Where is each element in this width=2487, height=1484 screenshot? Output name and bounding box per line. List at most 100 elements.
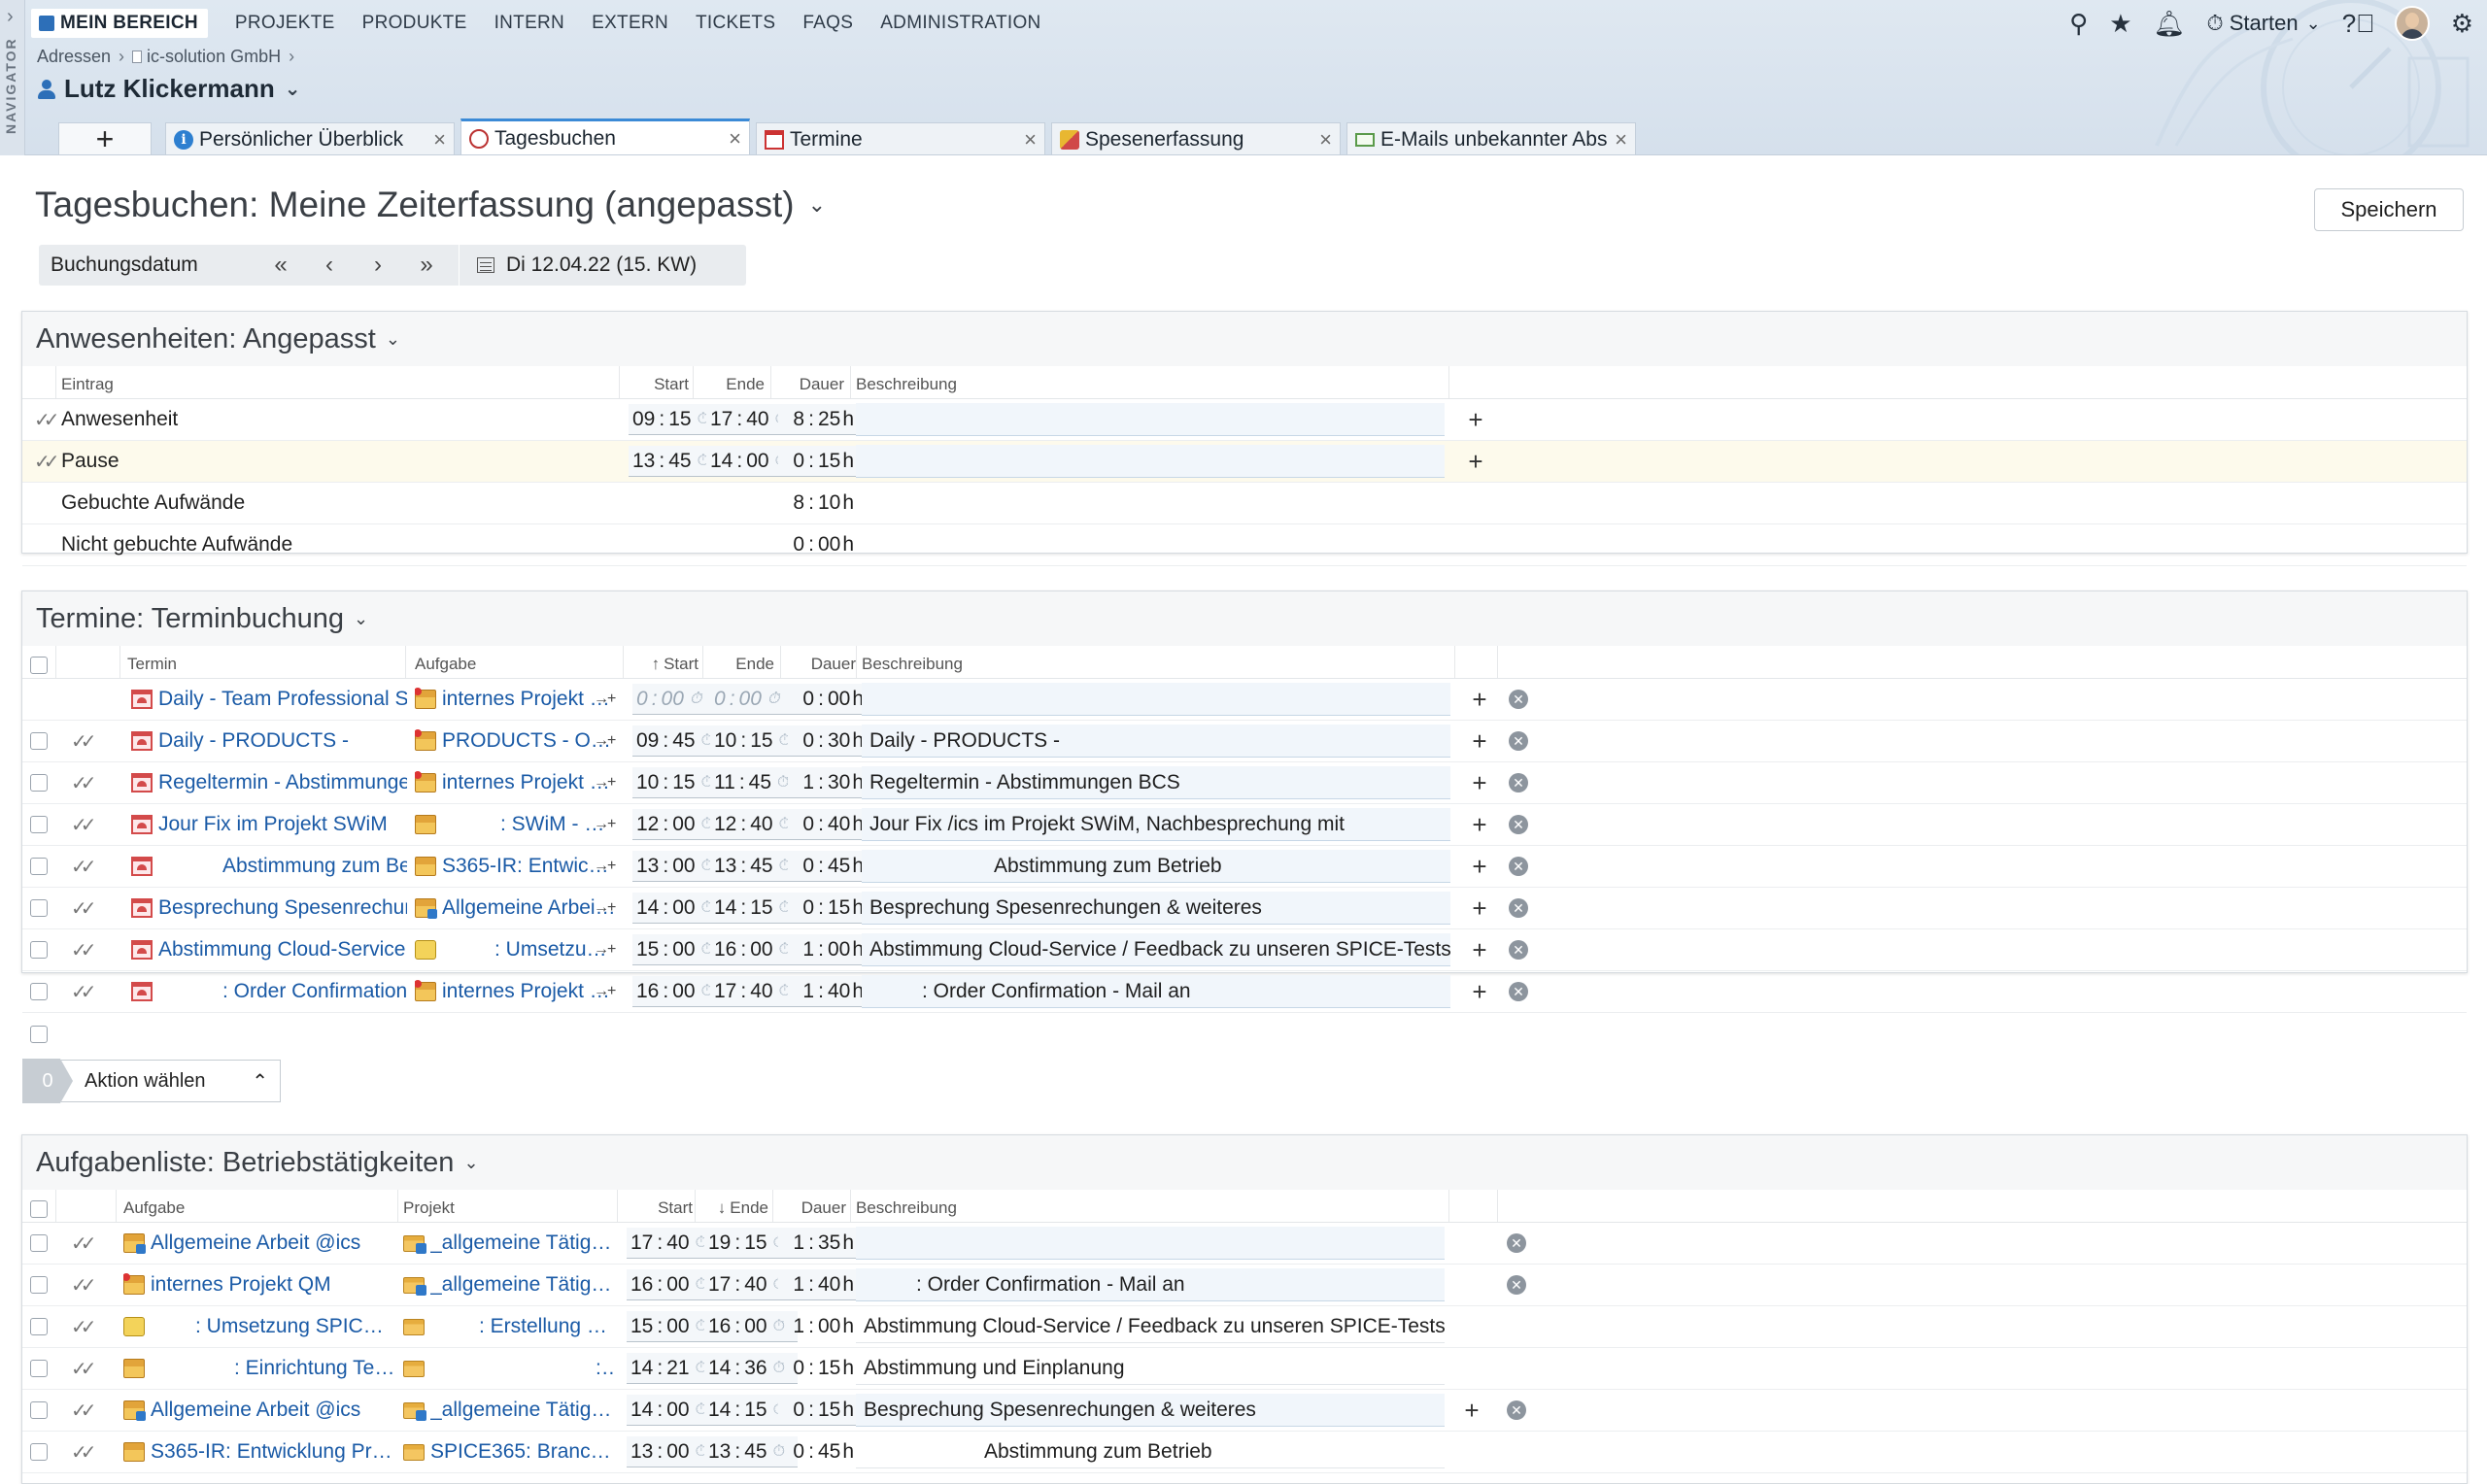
- tab-e-mails-unbekannter-abs[interactable]: E-Mails unbekannter Abs ×: [1346, 122, 1636, 154]
- project-cell[interactable]: _allgemeine Tätigkeiten: [403, 1390, 613, 1431]
- task-cell[interactable]: : Umsetzung SPICE-Anbindung: [123, 1306, 395, 1347]
- description-field[interactable]: [856, 1227, 1445, 1260]
- description-field[interactable]: Abstimmung zum Betrieb: [856, 1435, 1445, 1468]
- sort-ascending-icon[interactable]: ↑: [652, 655, 661, 674]
- remove-icon[interactable]: ✕: [1507, 1400, 1526, 1420]
- project-cell[interactable]: : Capture -...: [403, 1348, 613, 1389]
- description-field[interactable]: Regeltermin - Abstimmungen BCS: [862, 766, 1450, 799]
- header-task[interactable]: Aufgabe: [123, 1190, 415, 1222]
- search-icon[interactable]: ⚲: [2069, 9, 2088, 39]
- task-cell[interactable]: S365-IR: Entwicklung Prozess ...: [415, 846, 617, 887]
- header-entry[interactable]: Eintrag: [61, 366, 605, 398]
- task-cell[interactable]: internes Projekt QM: [415, 679, 617, 720]
- row-checkbox[interactable]: [30, 1318, 48, 1335]
- task-cell[interactable]: Allgemeine Arbeit @ics: [415, 888, 617, 928]
- menu-item-extern[interactable]: EXTERN: [592, 13, 668, 34]
- tab-persönlicher-überblick[interactable]: i Persönlicher Überblick ×: [165, 122, 455, 154]
- termin-cell[interactable]: Jour Fix im Projekt SWiM: [131, 804, 407, 845]
- termin-link[interactable]: : Order Confirmation - Mail an Andreas: [222, 980, 407, 1003]
- remove-icon[interactable]: ✕: [1509, 898, 1528, 918]
- add-icon[interactable]: +: [1472, 726, 1486, 757]
- header-start[interactable]: Start: [621, 366, 689, 398]
- calendar-icon[interactable]: [477, 257, 494, 273]
- gear-icon[interactable]: ⚙: [2451, 9, 2473, 39]
- row-checkbox[interactable]: [30, 774, 48, 792]
- add-icon[interactable]: +: [1472, 894, 1486, 924]
- task-link[interactable]: internes Projekt QM: [442, 980, 617, 1003]
- star-icon[interactable]: ★: [2109, 9, 2131, 39]
- task-link[interactable]: Allgemeine Arbeit @ics: [151, 1399, 360, 1422]
- breadcrumb-item-adressen[interactable]: Adressen: [37, 47, 111, 67]
- duration-field[interactable]: 1:30 h: [788, 767, 868, 798]
- save-button[interactable]: Speichern: [2314, 188, 2464, 231]
- header-duration[interactable]: Dauer: [780, 366, 844, 398]
- row-checkbox[interactable]: [30, 732, 48, 750]
- assign-arrows-icon[interactable]: →+: [594, 858, 616, 875]
- duration-field[interactable]: 0:30 h: [788, 725, 868, 757]
- assign-arrows-icon[interactable]: →+: [594, 816, 616, 833]
- assign-arrows-icon[interactable]: →+: [594, 899, 616, 917]
- remove-icon[interactable]: ✕: [1509, 690, 1528, 709]
- header-duration[interactable]: Dauer: [784, 646, 856, 678]
- choose-action-dropdown[interactable]: Aktion wählen ⌃: [61, 1060, 281, 1102]
- add-icon[interactable]: +: [1472, 977, 1486, 1007]
- remove-icon[interactable]: ✕: [1509, 982, 1528, 1001]
- task-cell[interactable]: : Umsetzung SPICE-Anbin...: [415, 929, 617, 970]
- project-link[interactable]: _allgemeine Tätigkeiten: [430, 1273, 613, 1297]
- menu-item-administration[interactable]: ADMINISTRATION: [880, 13, 1040, 34]
- task-link[interactable]: Allgemeine Arbeit @ics: [442, 896, 617, 920]
- navigator-expand-icon[interactable]: ›: [7, 6, 14, 28]
- remove-icon[interactable]: ✕: [1509, 940, 1528, 960]
- row-checkbox[interactable]: [30, 816, 48, 833]
- duration-field[interactable]: 0:15 h: [778, 446, 858, 477]
- project-link[interactable]: : Capture -...: [596, 1357, 613, 1380]
- remove-icon[interactable]: ✕: [1509, 815, 1528, 834]
- row-checkbox[interactable]: [30, 1360, 48, 1377]
- task-cell[interactable]: Allgemeine Arbeit @ics: [123, 1390, 395, 1431]
- add-icon[interactable]: +: [1472, 810, 1486, 840]
- bell-icon[interactable]: 🔔︎: [2154, 9, 2186, 39]
- tasks-panel-title[interactable]: Aufgabenliste: Betriebstätigkeiten ⌄: [22, 1135, 2467, 1190]
- header-end[interactable]: Ende: [712, 646, 774, 678]
- task-cell[interactable]: S365-IR: Entwicklung Prozess für Extrakt…: [123, 1432, 395, 1472]
- task-cell[interactable]: internes Projekt QM: [415, 971, 617, 1012]
- task-link[interactable]: internes Projekt QM: [151, 1273, 331, 1297]
- termin-link[interactable]: Daily - PRODUCTS -: [158, 729, 349, 753]
- attendance-panel-title[interactable]: Anwesenheiten: Angepasst ⌄: [22, 312, 2467, 366]
- header-termin[interactable]: Termin: [127, 646, 419, 678]
- termin-cell[interactable]: : Order Confirmation - Mail an Andreas: [131, 971, 407, 1012]
- duration-field[interactable]: 0:15 h: [778, 1395, 858, 1426]
- project-cell[interactable]: SPICE365: Branche Versicherungen: [403, 1432, 613, 1472]
- task-cell[interactable]: Allgemeine Arbeit @ics: [123, 1223, 395, 1264]
- termin-link[interactable]: Regeltermin - Abstimmungen BCS: [158, 771, 407, 794]
- task-cell[interactable]: internes Projekt QM: [415, 762, 617, 803]
- header-end[interactable]: Ende: [702, 366, 765, 398]
- assign-arrows-icon[interactable]: →+: [594, 983, 616, 1000]
- description-field[interactable]: [862, 683, 1450, 716]
- remove-icon[interactable]: ✕: [1509, 731, 1528, 751]
- description-field[interactable]: : Order Confirmation - Mail an: [856, 1268, 1445, 1301]
- task-link[interactable]: S365-IR: Entwicklung Prozess ...: [442, 855, 617, 878]
- task-cell[interactable]: internes Projekt QM: [123, 1265, 395, 1305]
- stopwatch-icon[interactable]: ⏱: [690, 691, 701, 708]
- description-field[interactable]: Besprechung Spesenrechungen & weiteres: [856, 1394, 1445, 1427]
- termin-link[interactable]: Abstimmung Cloud-Service / Feedback zu u…: [158, 938, 407, 961]
- tab-tagesbuchen[interactable]: Tagesbuchen ×: [460, 118, 750, 154]
- add-icon[interactable]: +: [1472, 768, 1486, 798]
- add-icon[interactable]: +: [1468, 405, 1482, 435]
- navigator-strip[interactable]: › NAVIGATOR: [0, 0, 25, 155]
- remove-icon[interactable]: ✕: [1509, 857, 1528, 876]
- close-icon[interactable]: ×: [729, 126, 741, 152]
- description-field[interactable]: Abstimmung Cloud-Service / Feedback zu u…: [856, 1310, 1445, 1343]
- assign-arrows-icon[interactable]: →+: [594, 732, 616, 750]
- close-icon[interactable]: ×: [1615, 127, 1627, 152]
- termin-cell[interactable]: Abstimmung Cloud-Service / Feedback zu u…: [131, 929, 407, 970]
- menu-item-projekte[interactable]: PROJEKTE: [235, 13, 335, 34]
- duration-field[interactable]: 1:40 h: [778, 1269, 858, 1300]
- row-checkbox[interactable]: [30, 1025, 48, 1043]
- chevron-left-icon[interactable]: ‹: [305, 252, 354, 279]
- menu-item-mein-bereich[interactable]: MEIN BEREICH: [31, 9, 208, 38]
- task-cell[interactable]: : Einrichtung Teststapelklasse in KC: [123, 1348, 395, 1389]
- description-field[interactable]: [856, 445, 1445, 478]
- row-checkbox[interactable]: [30, 1234, 48, 1252]
